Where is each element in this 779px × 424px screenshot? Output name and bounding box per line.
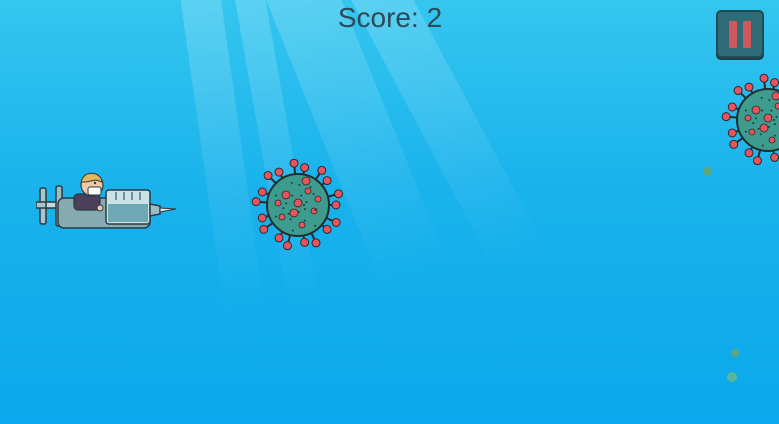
coronavirus-enemy bbox=[251, 158, 343, 251]
bubble bbox=[727, 372, 737, 382]
coronavirus-enemy bbox=[721, 73, 779, 166]
bubble bbox=[731, 349, 739, 357]
pause-button[interactable] bbox=[716, 10, 764, 58]
player-syringe-plane bbox=[36, 172, 177, 229]
score-label: Score: 2 bbox=[337, 2, 443, 33]
game-scene[interactable]: Score: 2 bbox=[0, 0, 779, 424]
bubble bbox=[703, 167, 712, 176]
